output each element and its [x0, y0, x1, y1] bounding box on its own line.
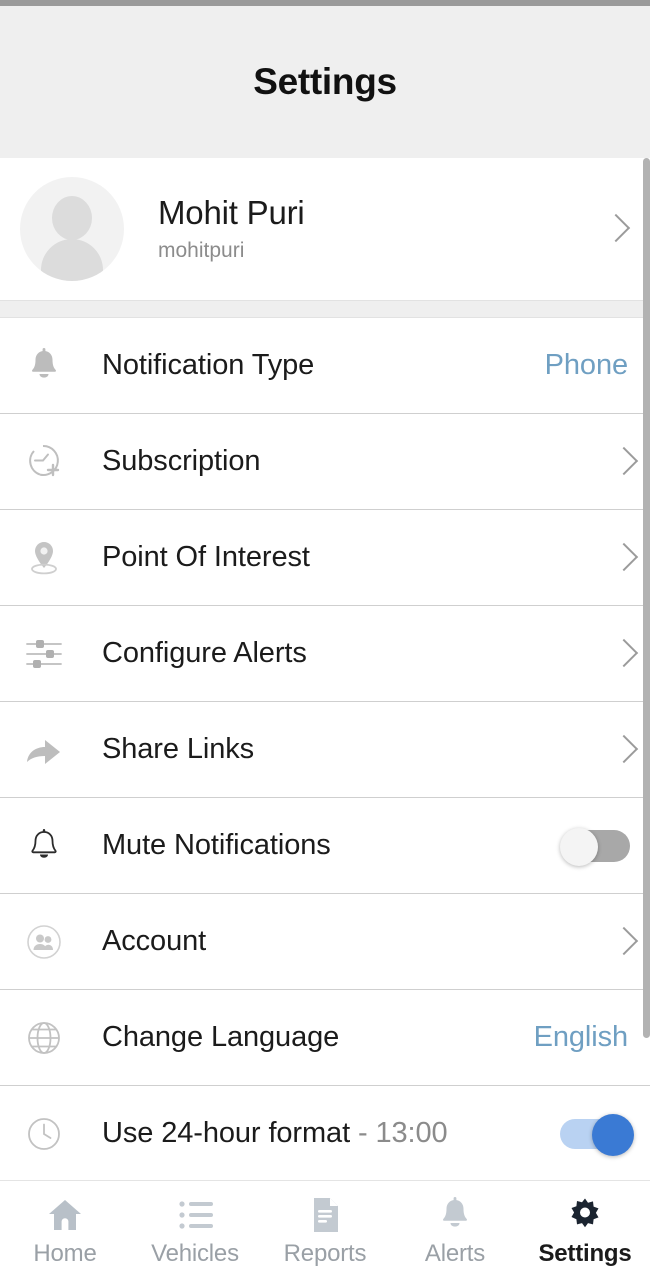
notification-type-value[interactable]: Phone — [545, 349, 632, 382]
settings-row-subscription[interactable]: Subscription — [0, 414, 650, 510]
profile-text: Mohit Puri mohitpuri — [124, 193, 604, 264]
gear-icon — [566, 1194, 604, 1236]
settings-row-label: Notification Type — [102, 349, 315, 381]
section-divider — [0, 300, 650, 318]
nav-label: Vehicles — [151, 1239, 239, 1267]
chevron-right-icon[interactable] — [612, 445, 632, 479]
bell-filled-icon — [16, 347, 72, 385]
nav-label: Reports — [283, 1239, 367, 1267]
chevron-right-icon[interactable] — [612, 637, 632, 671]
nav-item-alerts[interactable]: Alerts — [390, 1181, 520, 1280]
mute-notifications-toggle[interactable] — [560, 827, 632, 866]
vertical-scrollbar[interactable] — [643, 158, 650, 1038]
clock-icon — [16, 1115, 72, 1153]
share-arrow-icon — [16, 733, 72, 767]
chevron-right-icon[interactable] — [612, 733, 632, 767]
nav-item-home[interactable]: Home — [0, 1181, 130, 1280]
settings-row-label: Configure Alerts — [102, 637, 307, 669]
24-hour-format-toggle[interactable] — [560, 1113, 634, 1156]
profile-row[interactable]: Mohit Puri mohitpuri — [0, 158, 650, 300]
person-placeholder-icon — [20, 177, 124, 281]
nav-item-vehicles[interactable]: Vehicles — [130, 1181, 260, 1280]
row-control[interactable]: English — [534, 1021, 632, 1054]
settings-row-change-language[interactable]: Change Language English — [0, 990, 650, 1086]
clock-plus-icon — [16, 443, 72, 481]
settings-row-mute-notifications[interactable]: Mute Notifications — [0, 798, 650, 894]
settings-row-label: Account — [102, 925, 207, 957]
settings-row-share-links[interactable]: Share Links — [0, 702, 650, 798]
row-control[interactable]: Phone — [545, 349, 632, 382]
settings-row-configure-alerts[interactable]: Configure Alerts — [0, 606, 650, 702]
settings-row-label: Use 24-hour format - 13:00 — [72, 1117, 560, 1150]
row-control[interactable] — [612, 445, 632, 479]
globe-icon — [16, 1019, 72, 1057]
nav-item-settings[interactable]: Settings — [520, 1181, 650, 1280]
settings-row-label: Change Language — [102, 1021, 340, 1053]
row-control[interactable] — [612, 637, 632, 671]
settings-row-24-hour-format[interactable]: Use 24-hour format - 13:00 — [0, 1086, 650, 1180]
profile-name: Mohit Puri — [158, 193, 305, 231]
map-pin-icon — [16, 538, 72, 578]
bell-outline-icon — [16, 827, 72, 865]
list-icon — [176, 1194, 214, 1236]
document-icon — [308, 1194, 342, 1236]
bell-icon — [438, 1194, 472, 1236]
settings-scroll-area[interactable]: Mohit Puri mohitpuri Notification Type P… — [0, 158, 650, 1180]
settings-row-label: Share Links — [102, 733, 255, 765]
row-control[interactable] — [612, 925, 632, 959]
settings-row-label-suffix: - 13:00 — [350, 1117, 448, 1149]
nav-label: Alerts — [424, 1239, 486, 1267]
settings-screen: Settings Mohit Puri mohitpuri Notificati… — [0, 0, 650, 1280]
profile-handle: mohitpuri — [158, 239, 245, 263]
row-control[interactable] — [560, 827, 632, 866]
row-control[interactable] — [560, 1113, 634, 1156]
nav-item-reports[interactable]: Reports — [260, 1181, 390, 1280]
settings-row-point-of-interest[interactable]: Point Of Interest — [0, 510, 650, 606]
settings-row-label: Mute Notifications — [102, 829, 331, 861]
settings-row-label: Subscription — [102, 445, 261, 477]
nav-label: Home — [33, 1239, 97, 1267]
sliders-icon — [16, 637, 72, 671]
page-title: Settings — [253, 61, 397, 102]
bottom-navigation-bar: Home Vehicles Reports Alerts Settings — [0, 1180, 650, 1280]
settings-row-account[interactable]: Account — [0, 894, 650, 990]
users-circle-icon — [16, 923, 72, 961]
home-icon — [46, 1194, 84, 1236]
header-bar: Settings — [0, 6, 650, 158]
change-language-value[interactable]: English — [534, 1021, 632, 1054]
settings-row-notification-type[interactable]: Notification Type Phone — [0, 318, 650, 414]
chevron-right-icon — [604, 212, 632, 246]
chevron-right-icon[interactable] — [612, 925, 632, 959]
settings-row-label: Point Of Interest — [102, 541, 310, 573]
row-control[interactable] — [612, 541, 632, 575]
row-control[interactable] — [612, 733, 632, 767]
nav-label: Settings — [538, 1239, 632, 1267]
chevron-right-icon[interactable] — [612, 541, 632, 575]
settings-row-label-main: Use 24-hour format — [102, 1117, 351, 1149]
